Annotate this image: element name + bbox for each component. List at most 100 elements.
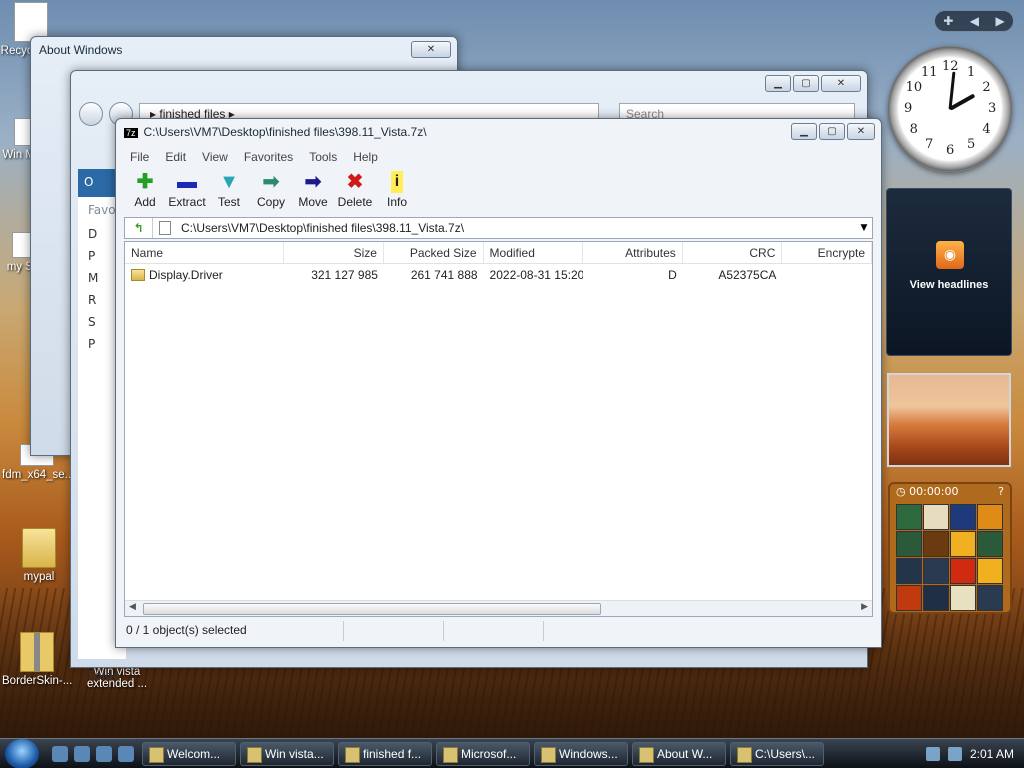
clock-number: 10 (905, 80, 923, 95)
tray-clock[interactable]: 2:01 AM (970, 747, 1014, 761)
maximize-button[interactable]: ▢ (819, 123, 845, 140)
puzzle-tile[interactable] (950, 531, 976, 557)
close-button[interactable]: ✕ (411, 41, 451, 58)
puzzle-tile[interactable] (896, 585, 922, 611)
chevron-down-icon[interactable]: ▼ (856, 223, 872, 233)
info-button[interactable]: i Info (376, 169, 418, 217)
add-button[interactable]: ✚ Add (124, 169, 166, 217)
puzzle-tile[interactable] (977, 504, 1003, 530)
column-packed-size[interactable]: Packed Size (384, 242, 484, 263)
puzzle-tile[interactable] (923, 585, 949, 611)
test-button[interactable]: ▼ Test (208, 169, 250, 217)
start-button[interactable] (0, 738, 44, 768)
desktop-icon-mypal[interactable]: mypal (4, 528, 74, 583)
desktop-icon-label: fdm_x64_se... (2, 469, 75, 481)
7zip-window[interactable]: 7z C:\Users\VM7\Desktop\finished files\39… (115, 118, 882, 648)
taskbar-button[interactable]: Windows... (534, 741, 628, 766)
view-headlines-label[interactable]: View headlines (887, 279, 1011, 291)
media-player-icon[interactable] (118, 745, 134, 762)
maximize-button[interactable]: ▢ (793, 75, 819, 92)
taskbar-button[interactable]: Microsof... (436, 741, 530, 766)
taskbar-button[interactable]: C:\Users\... (730, 741, 824, 766)
menu-favorites[interactable]: Favorites (236, 150, 301, 166)
back-button[interactable] (79, 102, 103, 126)
scroll-left-icon[interactable]: ◀ (129, 602, 136, 612)
scroll-thumb[interactable] (143, 603, 601, 615)
puzzle-tile[interactable] (950, 585, 976, 611)
picture-puzzle-gadget[interactable]: ◷ 00:00:00 ? (888, 482, 1012, 614)
column-encrypted[interactable]: Encrypte (782, 242, 873, 263)
minimize-button[interactable]: ▁ (791, 123, 817, 140)
puzzle-tile[interactable] (923, 504, 949, 530)
column-size[interactable]: Size (284, 242, 384, 263)
delete-icon: ✖ (346, 171, 364, 193)
toolbar: ✚ Add ▬ Extract ▼ Test ➡ Copy ➡ Move ✖ Delete … (116, 169, 881, 217)
internet-explorer-icon[interactable] (96, 745, 112, 762)
file-list[interactable]: Name Size Packed Size Modified Attribute… (124, 241, 873, 617)
column-crc[interactable]: CRC (683, 242, 783, 263)
cell-attributes: D (668, 268, 677, 282)
address-bar[interactable]: ↰ C:\Users\VM7\Desktop\finished files\39… (124, 217, 873, 239)
move-icon: ➡ (304, 171, 322, 193)
taskbar-button[interactable]: Welcom... (142, 741, 236, 766)
network-icon[interactable] (925, 746, 940, 761)
menu-file[interactable]: File (122, 150, 157, 166)
column-modified[interactable]: Modified (484, 242, 584, 263)
puzzle-tile[interactable] (896, 531, 922, 557)
column-attributes[interactable]: Attributes (583, 242, 683, 263)
puzzle-bar: ◷ 00:00:00 ? (890, 484, 1010, 500)
extract-button[interactable]: ▬ Extract (166, 169, 208, 217)
next-icon[interactable]: ▶ (996, 14, 1005, 28)
folder-icon (131, 269, 145, 281)
close-button[interactable]: ✕ (821, 75, 861, 92)
move-button[interactable]: ➡ Move (292, 169, 334, 217)
close-button[interactable]: ✕ (847, 123, 875, 140)
horizontal-scrollbar[interactable]: ◀ ▶ (125, 600, 872, 616)
delete-button[interactable]: ✖ Delete (334, 169, 376, 217)
clock-number: 8 (909, 122, 918, 137)
volume-icon[interactable] (947, 746, 962, 761)
puzzle-tile[interactable] (977, 585, 1003, 611)
puzzle-tile[interactable] (977, 531, 1003, 557)
scroll-right-icon[interactable]: ▶ (861, 602, 868, 612)
menu-edit[interactable]: Edit (157, 150, 194, 166)
menu-tools[interactable]: Tools (301, 150, 345, 166)
taskbar-button[interactable]: About W... (632, 741, 726, 766)
desktop-icon-borderskin[interactable]: BorderSkin-... (2, 632, 72, 687)
7zip-app-icon: 7z (124, 128, 138, 138)
taskbar-button[interactable]: Win vista... (240, 741, 334, 766)
menu-view[interactable]: View (194, 150, 236, 166)
taskbar-button[interactable]: finished f... (338, 741, 432, 766)
puzzle-tile[interactable] (977, 558, 1003, 584)
puzzle-tile[interactable] (923, 531, 949, 557)
toolbar-label: Copy (256, 195, 285, 209)
switch-windows-icon[interactable] (74, 745, 90, 762)
puzzle-tile[interactable] (896, 504, 922, 530)
copy-button[interactable]: ➡ Copy (250, 169, 292, 217)
feed-headlines-gadget[interactable]: ◉ View headlines (886, 188, 1012, 356)
puzzle-tile[interactable] (950, 504, 976, 530)
up-folder-icon[interactable]: ↰ (125, 218, 153, 238)
window-title-text: C:\Users\VM7\Desktop\finished files\398.… (143, 125, 427, 139)
minimize-button[interactable]: ▁ (765, 75, 791, 92)
slideshow-gadget[interactable] (887, 373, 1011, 467)
add-gadget-icon[interactable]: ✚ (943, 14, 953, 28)
clock-gadget[interactable]: 12 1 2 3 4 5 6 7 8 9 10 11 (888, 46, 1012, 172)
desktop-icon-label: BorderSkin-... (2, 675, 73, 687)
menu-help[interactable]: Help (345, 150, 386, 166)
prev-icon[interactable]: ◀ (970, 14, 979, 28)
help-icon[interactable]: ? (998, 485, 1004, 499)
table-row[interactable]: Display.Driver 321 127 985 261 741 888 2… (125, 266, 872, 286)
folders-label[interactable]: Folde (88, 669, 120, 683)
column-name[interactable]: Name (125, 242, 285, 263)
show-desktop-icon[interactable] (52, 745, 68, 762)
cell-name-text: Display.Driver (149, 268, 223, 282)
document-icon (159, 221, 171, 235)
puzzle-tile[interactable] (950, 558, 976, 584)
cell-encrypted (782, 266, 872, 286)
puzzle-tile[interactable] (896, 558, 922, 584)
window-title (71, 71, 867, 99)
test-icon: ▼ (219, 171, 239, 193)
address-path[interactable]: C:\Users\VM7\Desktop\finished files\398.… (181, 221, 856, 235)
puzzle-tile[interactable] (923, 558, 949, 584)
